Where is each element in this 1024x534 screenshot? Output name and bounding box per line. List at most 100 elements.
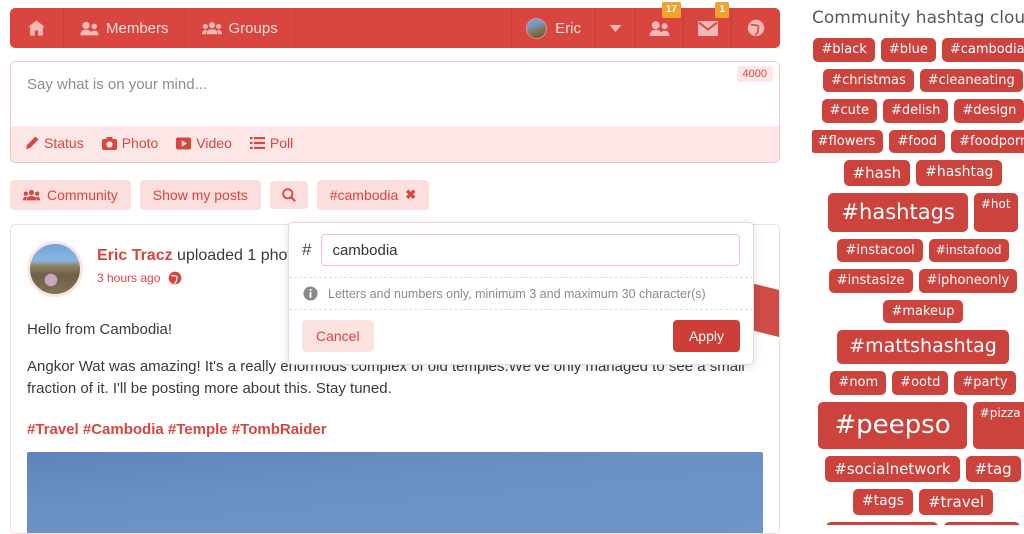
nav-groups-label: Groups [228, 19, 278, 37]
post-hashtags[interactable]: #Travel #Cambodia #Temple #TombRaider [27, 421, 763, 438]
search-icon [282, 188, 296, 202]
filter-active-hashtag[interactable]: #cambodia ✖ [316, 180, 430, 210]
hashtag-filter-dialog: # Letters and numbers only, minimum 3 an… [288, 222, 754, 365]
poll-icon [249, 137, 265, 149]
hashtag-cloud-item[interactable]: #design [954, 99, 1024, 123]
hashtag-cloud-item[interactable]: #food [889, 129, 946, 154]
hashtag-cloud-item[interactable]: #iphoneonly [918, 269, 1018, 293]
nav-user-menu[interactable]: Eric [512, 8, 596, 48]
members-icon [80, 21, 99, 35]
composer-status-button[interactable]: Status [25, 135, 84, 151]
post-subline: 3 hours ago [97, 271, 301, 285]
composer-input[interactable]: Say what is on your mind... 4000 [11, 62, 779, 126]
composer-poll-button[interactable]: Poll [249, 135, 294, 151]
hashtag-cloud-item[interactable]: #black [813, 38, 875, 62]
hashtag-cloud-item[interactable]: #instasize [828, 269, 913, 293]
close-icon[interactable]: ✖ [405, 187, 416, 203]
post-author-link[interactable]: Eric Tracz [97, 247, 173, 264]
composer-actions: Status Photo Video Poll [11, 126, 779, 162]
hashtag-cloud-item[interactable]: #instafood [928, 238, 1009, 263]
filter-community-button[interactable]: Community [10, 180, 131, 210]
nav-username: Eric [555, 19, 581, 37]
hashtag-cloud-item[interactable]: #mattshashtag [837, 330, 1009, 365]
post-corner-flag [751, 283, 779, 337]
nav-right-group: Eric 17 1 [512, 2, 780, 48]
nav-friend-requests-button[interactable]: 17 [636, 2, 684, 48]
avatar [526, 17, 548, 39]
nav-groups-link[interactable]: Groups [186, 8, 295, 48]
hashtag-cloud-item[interactable]: #hash [843, 160, 911, 187]
hashtag-cloud-item[interactable]: #delish [882, 99, 949, 123]
messages-icon [697, 20, 718, 36]
hashtag-cloud-item[interactable]: #ootd [892, 371, 949, 395]
hashtag-input[interactable] [321, 234, 740, 266]
post-photo[interactable] [27, 451, 763, 533]
dialog-hint-text: Letters and numbers only, minimum 3 and … [328, 286, 706, 301]
main-content-column: Members Groups Eric 17 1 Say what is on … [0, 0, 790, 534]
video-icon [176, 137, 192, 149]
hashtag-cloud-item[interactable]: #blue [880, 38, 936, 62]
nav-messages-button[interactable]: 1 [684, 2, 732, 48]
composer-video-button[interactable]: Video [176, 135, 232, 151]
dialog-footer: Cancel Apply [289, 310, 753, 364]
hashtag-cloud-item[interactable]: #christmas [823, 68, 914, 93]
hashtag-cloud-item[interactable]: #party [954, 371, 1016, 395]
post-title-line: Eric Tracz uploaded 1 photo [97, 247, 301, 265]
nav-user-dropdown-toggle[interactable] [596, 8, 636, 48]
post-action-text: uploaded 1 photo [172, 247, 301, 264]
apply-button[interactable]: Apply [672, 320, 740, 352]
hashtag-cloud-item[interactable]: #pizza [972, 401, 1024, 449]
filter-search-button[interactable] [269, 181, 308, 209]
hashtag-cloud-item[interactable]: #cleaneating [919, 68, 1023, 93]
nav-home-button[interactable] [10, 8, 64, 48]
hashtag-cloud-item[interactable]: #foodporn [951, 129, 1024, 154]
composer-placeholder: Say what is on your mind... [27, 76, 208, 93]
filter-show-my-posts-button[interactable]: Show my posts [139, 180, 261, 210]
filter-community-label: Community [47, 187, 118, 203]
dialog-hint-row: Letters and numbers only, minimum 3 and … [289, 277, 753, 310]
groups-icon [201, 22, 222, 35]
nav-members-link[interactable]: Members [64, 8, 186, 48]
globe-icon [169, 271, 182, 285]
hashtag-cloud-item[interactable]: #socialnetwork [825, 455, 960, 482]
hashtag-cloud-item[interactable]: #hot [973, 193, 1018, 232]
friend-requests-icon [649, 20, 670, 36]
hashtag-cloud-item[interactable]: #instacool [837, 238, 923, 263]
hashtag-cloud-item[interactable]: #nom [830, 371, 887, 395]
home-icon [28, 20, 45, 36]
hashtag-cloud-item[interactable]: #travel [918, 488, 994, 516]
composer-photo-label: Photo [121, 135, 159, 151]
hashtag-cloud-item[interactable]: #tags [852, 488, 913, 516]
avatar[interactable] [27, 241, 83, 297]
friend-requests-badge: 17 [661, 2, 681, 18]
info-icon [303, 286, 318, 301]
hashtag-cloud-item[interactable]: #cute [821, 99, 877, 123]
hashtag-cloud-item[interactable]: #makeup [883, 299, 963, 324]
composer-status-label: Status [44, 135, 84, 151]
hashtag-cloud-item[interactable]: #flowers [812, 129, 884, 154]
hashtag-cloud-item[interactable]: #hashtags [828, 193, 968, 232]
nav-notifications-button[interactable] [732, 8, 780, 48]
composer-poll-label: Poll [269, 135, 294, 151]
pencil-icon [26, 136, 39, 149]
hashtag-cloud-title: Community hashtag cloud [812, 8, 1024, 28]
composer-video-label: Video [196, 135, 232, 151]
cancel-button[interactable]: Cancel [302, 320, 374, 352]
filter-active-hashtag-label: #cambodia [329, 187, 399, 203]
camera-icon [101, 136, 117, 150]
hashtag-cloud-list: #black #blue #cambodia #christmas #cleaneati… [812, 38, 1024, 525]
hashtag-cloud-item[interactable]: #peepso [818, 401, 967, 449]
top-navigation-bar: Members Groups Eric 17 1 [10, 2, 780, 48]
hashtag-cloud-item[interactable]: #hashtag [916, 160, 1003, 187]
hashtag-cloud-item[interactable]: #cambodia [941, 38, 1024, 62]
hashtag-cloud-item[interactable]: #tag [965, 455, 1021, 482]
composer-char-counter: 4000 [736, 66, 773, 82]
filter-bar: Community Show my posts #cambodia ✖ [10, 180, 780, 210]
post-timestamp: 3 hours ago [97, 271, 161, 285]
post-meta: Eric Tracz uploaded 1 photo 3 hours ago [97, 241, 301, 285]
dialog-input-row: # [289, 223, 753, 277]
groups-icon [23, 189, 40, 201]
filter-show-my-posts-label: Show my posts [152, 187, 248, 203]
nav-members-label: Members [106, 19, 169, 37]
composer-photo-button[interactable]: Photo [101, 135, 159, 151]
